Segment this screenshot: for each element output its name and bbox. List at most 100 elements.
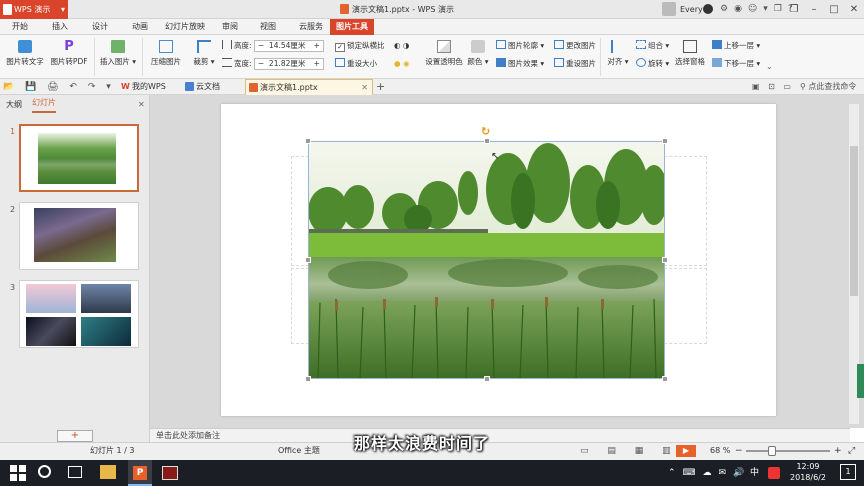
search-icon[interactable] xyxy=(38,465,51,478)
compress-picture-button[interactable]: 压缩图片 xyxy=(147,40,185,67)
close-panel-icon[interactable]: ✕ xyxy=(138,95,145,114)
user-name[interactable]: Every xyxy=(680,0,703,19)
tab-cloud-docs[interactable]: 云文档 xyxy=(182,79,226,95)
menu-home[interactable]: 开始 xyxy=(4,19,36,35)
insert-picture-button[interactable]: 插入图片 ▾ xyxy=(98,40,138,67)
fit-window-icon[interactable]: ⤢ xyxy=(848,442,855,460)
antivirus-icon[interactable] xyxy=(768,467,780,479)
notes-pane[interactable]: 单击此处添加备注 xyxy=(150,428,850,442)
tab-slides[interactable]: 幻灯片 xyxy=(32,95,56,113)
slide-thumbnail-3[interactable] xyxy=(19,280,139,348)
bring-forward-icon xyxy=(712,40,722,49)
resize-handle[interactable] xyxy=(305,376,311,382)
crop-button[interactable]: 裁剪 ▾ xyxy=(190,40,218,67)
play-slideshow-button[interactable]: ▶ xyxy=(676,445,696,457)
clock-time[interactable]: 12:09 xyxy=(790,462,826,471)
menu-cloud[interactable]: 云服务 xyxy=(292,19,330,35)
selection-pane-button[interactable]: 选择窗格 xyxy=(672,40,708,67)
change-picture-button[interactable]: 更改图片 xyxy=(554,40,596,52)
tab-tools[interactable]: ▣ ⊡ ▭ xyxy=(752,79,794,95)
set-transparent-button[interactable]: 设置透明色 xyxy=(424,40,464,67)
clock-date[interactable]: 2018/6/2 xyxy=(784,473,832,482)
color-button[interactable]: 颜色 ▾ xyxy=(466,40,490,67)
zoom-in-button[interactable]: + xyxy=(834,442,842,460)
resize-handle[interactable] xyxy=(305,138,311,144)
ribbon-expand-icon[interactable]: ⌄ xyxy=(766,62,773,71)
close-button[interactable]: ✕ xyxy=(844,0,864,19)
reset-picture-button[interactable]: 重设图片 xyxy=(554,58,596,70)
group-button[interactable]: 组合 ▾ xyxy=(636,40,669,52)
resize-handle[interactable] xyxy=(662,138,668,144)
side-widget[interactable] xyxy=(857,364,864,398)
minimize-button[interactable]: – xyxy=(804,0,824,19)
view-buttons[interactable]: ▭ ▤ ▦ ▥ xyxy=(580,442,679,460)
slide-number: 1 xyxy=(10,127,16,136)
avatar[interactable] xyxy=(662,2,676,16)
slide-thumbnail-1[interactable] xyxy=(19,124,139,192)
resize-handle[interactable] xyxy=(484,376,490,382)
height-icon xyxy=(222,40,232,49)
pic-to-text-icon xyxy=(18,40,32,53)
bring-forward-button[interactable]: 上移一层 ▾ xyxy=(712,40,760,52)
menu-slideshow[interactable]: 幻灯片放映 xyxy=(160,19,210,35)
system-tray-icons[interactable]: ⌃⌨☁✉🔊 xyxy=(668,460,751,486)
resize-handle[interactable] xyxy=(662,257,668,263)
task-view-icon[interactable] xyxy=(68,466,82,478)
restore-tabs-button[interactable]: ❐ xyxy=(784,0,804,19)
chevron-down-icon: ▾ xyxy=(60,5,65,14)
add-slide-button[interactable]: + xyxy=(57,430,93,442)
width-stepper[interactable]: −21.82厘米 + xyxy=(253,58,324,70)
align-button[interactable]: 对齐 ▾ xyxy=(604,40,632,67)
rotate-button[interactable]: 旋转 ▾ xyxy=(636,58,669,70)
brightness-contrast-buttons[interactable]: ◐ ◑ xyxy=(394,40,409,52)
video-subtitle: 那样太浪费时间了 xyxy=(354,434,491,453)
send-backward-button[interactable]: 下移一层 ▾ xyxy=(712,58,760,70)
wps-app-menu-button[interactable]: WPS 演示 ▾ xyxy=(0,0,68,19)
resize-handle[interactable] xyxy=(662,376,668,382)
reset-size-button[interactable]: 重设大小 xyxy=(335,58,377,70)
brightness-buttons[interactable]: ● ◉ xyxy=(394,58,409,70)
group-icon xyxy=(636,40,646,49)
menu-view[interactable]: 视图 xyxy=(252,19,284,35)
zoom-slider[interactable] xyxy=(746,450,830,452)
menu-insert[interactable]: 插入 xyxy=(44,19,76,35)
ime-indicator[interactable]: 中 xyxy=(750,460,759,486)
rotate-handle-icon[interactable]: ↻ xyxy=(481,125,490,138)
crop-icon xyxy=(197,40,211,53)
taskbar-wps-active[interactable]: P xyxy=(128,460,152,486)
file-explorer-icon[interactable] xyxy=(100,465,116,479)
scrollbar-thumb[interactable] xyxy=(850,146,858,296)
picture-outline-button[interactable]: 图片轮廓 ▾ xyxy=(496,40,544,52)
windows-start-icon[interactable] xyxy=(10,465,26,481)
close-tab-icon[interactable]: ✕ xyxy=(361,80,368,96)
resize-handle[interactable] xyxy=(305,257,311,263)
divider xyxy=(142,38,143,76)
zoom-level: 68 % xyxy=(710,446,731,455)
resize-handle[interactable] xyxy=(484,138,490,144)
quick-access-toolbar[interactable]: 📂 💾 🖨 ↶ ↷ ▾ xyxy=(3,79,115,95)
menu-animation[interactable]: 动画 xyxy=(124,19,156,35)
picture-effects-button[interactable]: 图片效果 ▾ xyxy=(496,58,544,70)
lock-ratio-checkbox[interactable]: ✓ 锁定纵横比 xyxy=(335,40,385,52)
zoom-slider-thumb[interactable] xyxy=(768,446,776,456)
command-search[interactable]: ⚲ 点此查找命令 xyxy=(800,79,856,95)
tab-my-wps[interactable]: W 我的WPS xyxy=(118,79,172,95)
menu-review[interactable]: 审阅 xyxy=(214,19,246,35)
wps-logo-icon xyxy=(3,4,12,15)
zoom-out-button[interactable]: − xyxy=(735,442,743,460)
tab-outline[interactable]: 大纲 xyxy=(6,95,22,114)
slide-thumbnail-2[interactable] xyxy=(19,202,139,270)
menu-design[interactable]: 设计 xyxy=(84,19,116,35)
pic-to-text-button[interactable]: 图片转文字 xyxy=(4,40,46,67)
user-badge-icon xyxy=(703,4,713,14)
height-stepper[interactable]: −14.54厘米 + xyxy=(253,40,324,52)
screen-recorder-icon[interactable] xyxy=(162,466,178,480)
pic-to-pdf-button[interactable]: P 图片转PDF xyxy=(48,40,90,67)
menu-picture-tools[interactable]: 图片工具 xyxy=(330,19,374,35)
selection-pane-icon xyxy=(683,40,697,53)
maximize-button[interactable]: □ xyxy=(824,0,844,19)
new-tab-button[interactable]: + xyxy=(376,79,385,95)
tab-document[interactable]: 演示文稿1.pptx ✕ xyxy=(245,79,373,95)
notification-center-icon[interactable]: 1 xyxy=(840,464,856,480)
slide-number: 2 xyxy=(10,205,16,214)
